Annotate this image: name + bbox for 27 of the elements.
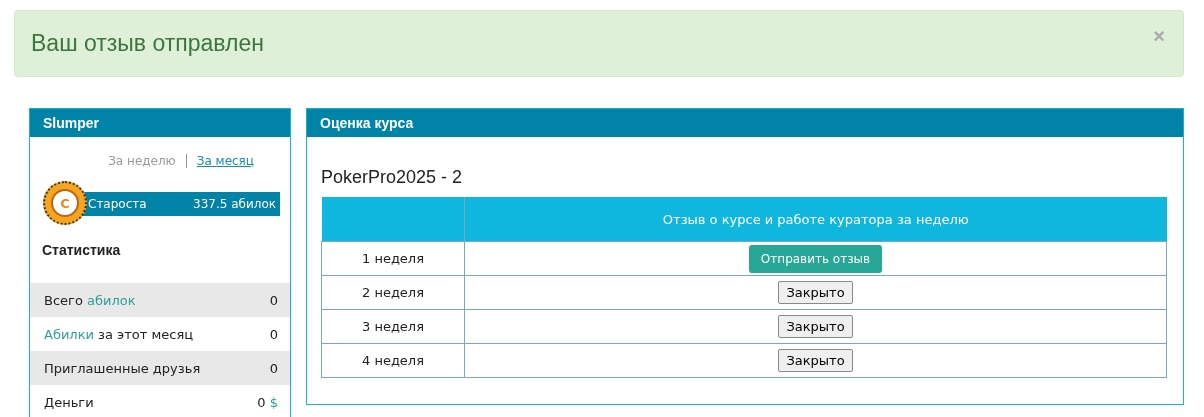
rank-points: 337.5 абилок: [193, 197, 276, 211]
week-cell: 4 неделя: [321, 343, 465, 378]
closed-button[interactable]: Закрыто: [778, 315, 853, 338]
coin-icon: C: [43, 181, 87, 225]
closed-button[interactable]: Закрыто: [778, 349, 853, 372]
panel-title: Оценка курса: [307, 109, 1183, 137]
submit-review-button[interactable]: Отправить отзыв: [748, 244, 883, 273]
section-title: Статистика: [41, 241, 122, 260]
week-cell: 1 неделя: [321, 241, 465, 276]
rank-title: Староста: [88, 197, 147, 211]
column-header: Отзыв о курсе и работе куратора за неделю: [464, 197, 1167, 242]
week-cell: 2 неделя: [321, 275, 465, 310]
stat-label: Абилки за этот месяц: [44, 326, 194, 342]
closed-button[interactable]: Закрыто: [778, 281, 853, 304]
week-cell: 3 неделя: [321, 309, 465, 344]
stat-label: Всего абилок: [44, 292, 136, 308]
period-tab[interactable]: За неделю: [98, 154, 186, 168]
stat-value: 0: [269, 360, 278, 376]
stat-value: 0 $: [257, 394, 278, 410]
alert-message: Ваш отзыв отправлен: [31, 30, 264, 57]
stat-label: Деньги: [44, 394, 94, 410]
panel-title: Slumper: [30, 109, 290, 137]
stat-value: 0: [269, 292, 278, 308]
course-title: PokerPro2025 - 2: [321, 167, 464, 188]
period-tab[interactable]: За месяц: [185, 154, 264, 168]
stat-value: 0: [269, 326, 278, 342]
stat-label: Приглашенные друзья: [44, 360, 201, 376]
